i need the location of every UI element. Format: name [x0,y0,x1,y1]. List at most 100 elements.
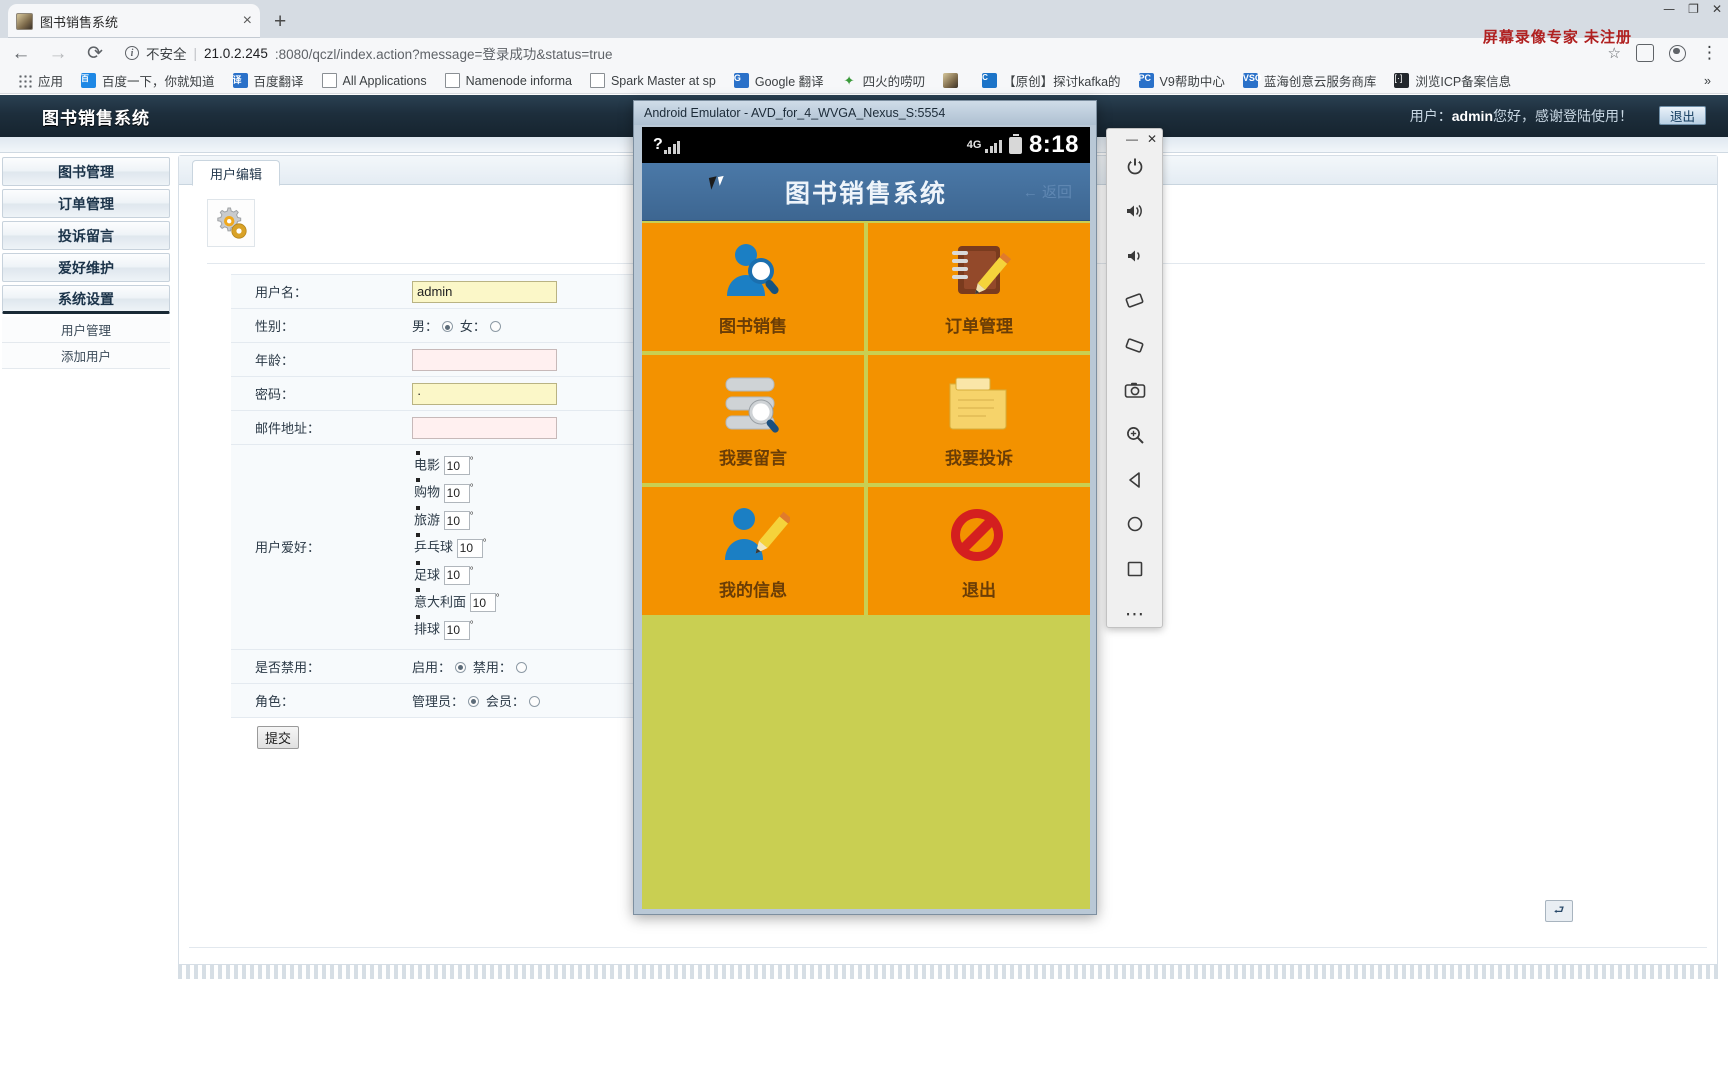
rotate-right-icon[interactable] [1122,332,1148,358]
sidebar-item-add-user[interactable]: 添加用户 [2,343,170,369]
bookmarks-overflow-button[interactable]: » [1695,69,1720,93]
sidebar: 图书管理 订单管理 投诉留言 爱好维护 系统设置 用户管理 添加用户 [0,153,172,369]
recorder-watermark: 屏幕录像专家 未注册 [1482,29,1632,46]
password-input[interactable] [412,382,557,405]
bookmark-kafka-article[interactable]: C 【原创】探讨kafka的 [973,69,1129,93]
user-edit-icon [716,502,792,570]
back-icon[interactable]: ← [10,44,32,63]
logout-button[interactable]: 退出 [1658,106,1706,125]
site-info-icon[interactable]: i [125,46,139,60]
restore-window-button[interactable]: ⮐ [1545,900,1573,922]
bookmark-v9-help[interactable]: PC V9帮助中心 [1130,69,1234,93]
minimize-icon[interactable]: — [1663,2,1675,16]
sidebar-item-order-management[interactable]: 订单管理 [2,189,170,218]
document-icon [589,73,605,88]
close-icon[interactable]: × [243,13,252,29]
sidebar-item-book-management[interactable]: 图书管理 [2,157,170,186]
overview-nav-icon[interactable] [1122,556,1148,582]
bookmark-icp-info[interactable]: [·] 浏览ICP备案信息 [1385,69,1520,93]
extension-icon[interactable] [1636,44,1654,62]
tile-forbidden[interactable]: 退出 [868,487,1090,615]
bookmark-google-translate[interactable]: G Google 翻译 [725,69,833,93]
username-input[interactable] [412,280,557,303]
bookmark-baidu-translate[interactable]: 译 百度翻译 [224,69,313,93]
hobby-score-input[interactable] [443,511,470,531]
bookmark-baidu[interactable]: 百 百度一下，你就知道 [72,69,224,93]
more-options-icon[interactable]: ⋯ [1122,601,1148,627]
close-window-icon[interactable]: ✕ [1712,2,1722,16]
android-emulator-window[interactable]: Android Emulator - AVD_for_4_WVGA_Nexus_… [633,100,1097,915]
bookmark-label: Spark Master at sp [610,73,716,88]
android-back-button[interactable]: ← 返回 [1023,181,1072,202]
back-nav-icon[interactable] [1122,467,1148,493]
gender-male-label: 男： [412,319,439,334]
bookmark-label: Google 翻译 [754,75,824,89]
email-input[interactable] [412,416,557,439]
enable-radio[interactable] [454,661,466,673]
gender-female-radio[interactable] [489,321,501,332]
screenshot-camera-icon[interactable] [1122,377,1148,403]
bookmark-namenode[interactable]: Namenode informa [436,69,581,93]
maximize-icon[interactable]: ❐ [1688,2,1699,16]
browser-menu-icon[interactable]: ⋮ [1701,44,1718,61]
emulator-screen: ? 4G 8:18 图书销售系统 ← 返回 图书销售 订单管理 我要留言 我要投诉 我的… [642,127,1090,909]
hobby-score-input[interactable] [443,483,470,503]
hobby-score-input[interactable] [443,456,470,476]
new-tab-button[interactable]: + [274,10,286,38]
user-greeting-prefix: 用户： [1409,108,1452,124]
volume-up-icon[interactable] [1122,198,1148,224]
role-admin-radio[interactable] [467,695,479,707]
form-row-password: 密码： [231,376,641,411]
tile-list-search[interactable]: 我要留言 [642,355,864,483]
volume-down-icon[interactable] [1122,243,1148,269]
tab-user-edit[interactable]: 用户编辑 [192,160,281,186]
rotate-left-icon[interactable] [1122,287,1148,313]
reload-icon[interactable]: ⟳ [84,44,106,63]
forward-icon[interactable]: → [47,44,69,63]
tile-user-search[interactable]: 图书销售 [642,223,864,351]
address-bar[interactable]: i 不安全 | 21.0.2.245:8080/qczl/index.actio… [125,41,1593,65]
sidebar-item-user-management[interactable]: 用户管理 [2,317,170,343]
enable-label: 启用： [412,659,452,675]
bookmark-label: 应用 [38,75,64,89]
disable-radio[interactable] [515,661,527,673]
role-admin-label: 管理员： [412,693,465,709]
bookmark-apps[interactable]: 应用 [8,69,72,93]
user-greeting-suffix: 您好，感谢登陆使用！ [1493,108,1633,124]
hobby-unit: ° [482,538,487,550]
avatar[interactable] [1669,44,1686,62]
role-member-radio[interactable] [528,695,540,707]
power-icon[interactable] [1122,153,1148,179]
age-input[interactable] [412,348,557,371]
google-translate-icon: G [733,73,749,88]
bullet-icon [416,505,420,510]
close-icon[interactable]: ✕ [1147,132,1157,146]
hobby-score-input[interactable] [443,565,470,585]
bookmark-book[interactable] [934,69,973,93]
sidebar-item-hobby-maintenance[interactable]: 爱好维护 [2,253,170,282]
home-nav-icon[interactable] [1122,512,1148,538]
minimize-icon[interactable]: — [1126,132,1138,146]
hobby-score-input[interactable] [469,593,496,613]
tile-notebook-pencil[interactable]: 订单管理 [868,223,1090,351]
submit-button[interactable]: 提交 [257,725,300,749]
bookmark-spark-master[interactable]: Spark Master at sp [581,69,725,93]
icp-icon: [·] [1394,73,1410,88]
bookmark-lanhai-cloud[interactable]: VSO 蓝海创意云服务商库 [1234,69,1386,93]
bookmark-sihuo[interactable]: ✦ 四火的唠叨 [833,69,935,93]
hobby-score-input[interactable] [456,538,483,558]
tile-label: 图书销售 [719,316,787,336]
form-row-submit: 提交 [231,717,641,752]
android-tile-grid: 图书销售 订单管理 我要留言 我要投诉 我的信息 退出 [642,221,1090,615]
tile-folder[interactable]: 我要投诉 [868,355,1090,483]
sidebar-item-system-settings[interactable]: 系统设置 [2,285,170,314]
tile-user-edit[interactable]: 我的信息 [642,487,864,615]
sidebar-item-complaints[interactable]: 投诉留言 [2,221,170,250]
hobby-score-input[interactable] [443,620,470,640]
gender-male-radio[interactable] [441,321,453,332]
hobby-unit: ° [469,510,474,522]
browser-tab[interactable]: 图书销售系统 × [8,4,260,38]
hobby-item: 排球 ° [414,615,635,640]
bookmark-all-applications[interactable]: All Applications [313,69,436,93]
zoom-icon[interactable] [1122,422,1148,448]
